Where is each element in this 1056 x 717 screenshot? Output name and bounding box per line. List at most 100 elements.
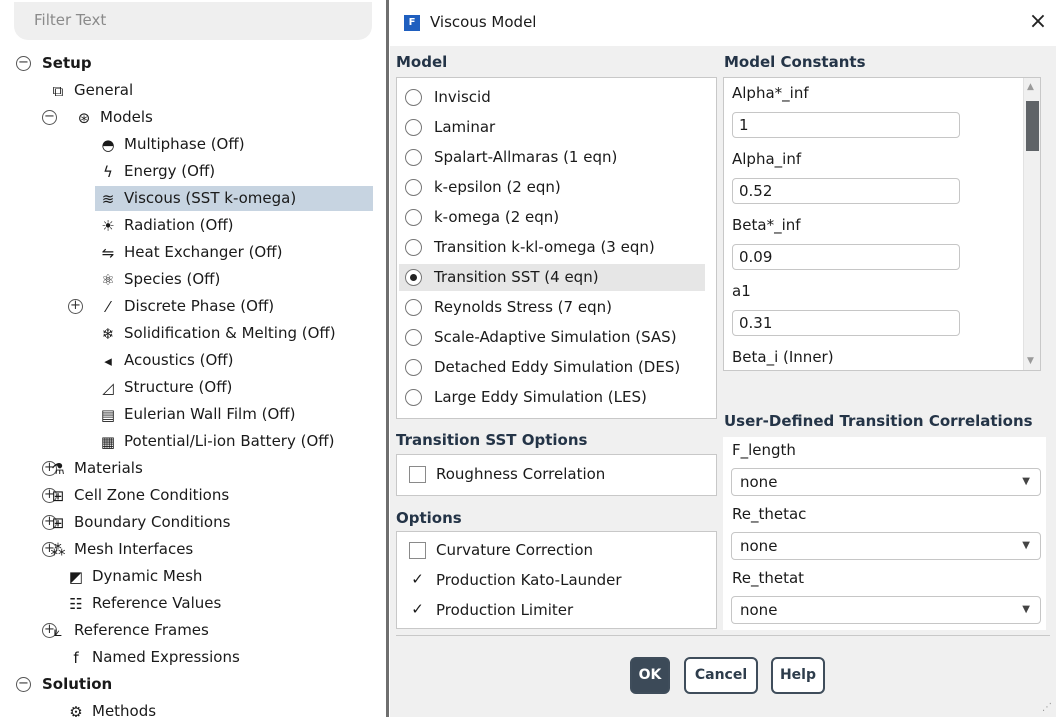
energy-icon: ϟ bbox=[103, 163, 113, 181]
correlation-select[interactable]: none ▼ bbox=[731, 468, 1041, 496]
radio-button[interactable] bbox=[405, 89, 422, 106]
named-expressions-icon: f bbox=[73, 649, 79, 667]
tree-node[interactable]: + ⁄ Discrete Phase (Off) bbox=[0, 294, 386, 319]
general-icon: ⧉ bbox=[52, 82, 64, 100]
model-option[interactable]: Transition SST (4 eqn) bbox=[399, 264, 705, 291]
correlations-heading: User-Defined Transition Correlations bbox=[724, 412, 1033, 430]
tree-node-label: Models bbox=[100, 108, 153, 126]
resize-grip-icon[interactable]: ⋰ bbox=[1042, 702, 1052, 713]
filter-text-input[interactable]: Filter Text bbox=[14, 2, 372, 40]
cancel-button[interactable]: Cancel bbox=[684, 657, 758, 694]
collapse-icon[interactable]: − bbox=[16, 56, 31, 71]
tree-node[interactable]: ◿ Structure (Off) bbox=[0, 375, 386, 400]
radio-button[interactable] bbox=[405, 149, 422, 166]
tree-node[interactable]: ≋ Viscous (SST k-omega) bbox=[95, 186, 373, 211]
tree-node[interactable]: ⚛ Species (Off) bbox=[0, 267, 386, 292]
checkbox-label: Curvature Correction bbox=[436, 541, 594, 559]
radio-button[interactable] bbox=[405, 269, 422, 286]
dynamic-mesh-icon: ◩ bbox=[68, 568, 84, 586]
model-constants-panel: Alpha*_inf 1 Alpha_inf 0.52 Beta*_inf 0.09 a1 0… bbox=[723, 77, 1041, 371]
checkbox-label: Production Kato-Launder bbox=[436, 571, 622, 589]
tree-node[interactable]: ❄ Solidification & Melting (Off) bbox=[0, 321, 386, 346]
tree-node[interactable]: ▦ Potential/Li-ion Battery (Off) bbox=[0, 429, 386, 454]
constant-input[interactable]: 0.31 bbox=[732, 310, 960, 336]
correlation-select[interactable]: none ▼ bbox=[731, 596, 1041, 624]
scroll-down-icon[interactable]: ▼ bbox=[1027, 356, 1034, 366]
tree-node[interactable]: − Solution bbox=[0, 672, 386, 697]
tree-node-label: Solidification & Melting (Off) bbox=[124, 324, 336, 342]
select-value: none bbox=[740, 537, 778, 555]
radio-button[interactable] bbox=[405, 209, 422, 226]
tree-node-label: Viscous (SST k-omega) bbox=[124, 189, 297, 207]
tree-node[interactable]: f Named Expressions bbox=[0, 645, 386, 670]
correlation-select[interactable]: none ▼ bbox=[731, 532, 1041, 560]
tree-node[interactable]: ◩ Dynamic Mesh bbox=[0, 564, 386, 589]
tree-node-label: Named Expressions bbox=[92, 648, 240, 666]
options-heading: Options bbox=[396, 509, 462, 527]
model-option-label: Scale-Adaptive Simulation (SAS) bbox=[434, 328, 677, 346]
tree-node[interactable]: ⇋ Heat Exchanger (Off) bbox=[0, 240, 386, 265]
tree-node[interactable]: + ⚗ Materials bbox=[0, 456, 386, 481]
dialog-title: Viscous Model bbox=[430, 13, 537, 31]
radio-button[interactable] bbox=[405, 389, 422, 406]
tree-node[interactable]: ▤ Eulerian Wall Film (Off) bbox=[0, 402, 386, 427]
help-button[interactable]: Help bbox=[771, 657, 825, 694]
radio-button[interactable] bbox=[405, 179, 422, 196]
discrete-phase-icon: ⁄ bbox=[106, 298, 110, 316]
model-option-label: Transition k-kl-omega (3 eqn) bbox=[434, 238, 655, 256]
tree-node[interactable]: ◓ Multiphase (Off) bbox=[0, 132, 386, 157]
models-icon: ⊛ bbox=[77, 109, 91, 127]
radio-button[interactable] bbox=[405, 299, 422, 316]
button-separator bbox=[396, 635, 1050, 636]
acoustics-icon: ◂ bbox=[104, 352, 112, 370]
radio-button[interactable] bbox=[405, 239, 422, 256]
tree-node[interactable]: − Setup bbox=[0, 51, 386, 76]
tree-node[interactable]: ☷ Reference Values bbox=[0, 591, 386, 616]
constant-input[interactable]: 0.52 bbox=[732, 178, 960, 204]
collapse-icon[interactable]: − bbox=[42, 110, 57, 125]
tree-node[interactable]: + ⟀ Reference Frames bbox=[0, 618, 386, 643]
tree-node[interactable]: + ⁂ Mesh Interfaces bbox=[0, 537, 386, 562]
tree-node[interactable]: ϟ Energy (Off) bbox=[0, 159, 386, 184]
scrollbar-thumb[interactable] bbox=[1026, 101, 1039, 151]
model-option-label: k-epsilon (2 eqn) bbox=[434, 178, 561, 196]
model-option-label: Laminar bbox=[434, 118, 496, 136]
tree-node[interactable]: ⧉ General bbox=[0, 78, 386, 103]
outline-tree: Filter Text − Setup ⧉ General − ⊛ Models ◓ Multi… bbox=[0, 0, 388, 717]
close-button[interactable]: × bbox=[1024, 8, 1052, 36]
model-constants-heading: Model Constants bbox=[724, 53, 866, 71]
panel-splitter[interactable] bbox=[386, 0, 389, 717]
collapse-icon[interactable]: − bbox=[16, 677, 31, 692]
checkbox[interactable] bbox=[409, 466, 426, 483]
tree-node[interactable]: + ⊞ Boundary Conditions bbox=[0, 510, 386, 535]
species-icon: ⚛ bbox=[101, 271, 115, 289]
model-option-label: Detached Eddy Simulation (DES) bbox=[434, 358, 681, 376]
constant-input[interactable]: 1 bbox=[732, 112, 960, 138]
checkbox[interactable] bbox=[409, 542, 426, 559]
transition-sst-options-group: Roughness Correlation bbox=[396, 454, 717, 496]
expand-icon[interactable]: + bbox=[68, 299, 83, 314]
scroll-up-icon[interactable]: ▲ bbox=[1027, 82, 1034, 92]
tree-node[interactable]: ☀ Radiation (Off) bbox=[0, 213, 386, 238]
constant-label: Beta_i (Inner) bbox=[732, 348, 834, 366]
constant-input[interactable]: 0.09 bbox=[732, 244, 960, 270]
ok-button[interactable]: OK bbox=[630, 657, 670, 694]
tree-node[interactable]: ⚙ Methods bbox=[0, 699, 386, 717]
checkbox-checked[interactable]: ✓ bbox=[409, 602, 426, 619]
checkbox-checked[interactable]: ✓ bbox=[409, 572, 426, 589]
boundary-conditions-icon: ⊞ bbox=[51, 514, 65, 532]
radio-button[interactable] bbox=[405, 119, 422, 136]
tree-node[interactable]: − ⊛ Models bbox=[0, 105, 386, 130]
tree-node-label: Cell Zone Conditions bbox=[74, 486, 230, 504]
constants-scrollbar[interactable]: ▲ ▼ bbox=[1023, 78, 1040, 370]
mesh-interfaces-icon: ⁂ bbox=[50, 541, 66, 559]
radio-button[interactable] bbox=[405, 359, 422, 376]
cell-zone-icon: ⊞ bbox=[51, 487, 65, 505]
tree-node[interactable]: ◂ Acoustics (Off) bbox=[0, 348, 386, 373]
radio-button[interactable] bbox=[405, 329, 422, 346]
constant-label: a1 bbox=[732, 282, 751, 300]
model-radio-group: Inviscid Laminar Spalart-Allmaras (1 eqn) k… bbox=[396, 77, 717, 419]
tree-node[interactable]: + ⊞ Cell Zone Conditions bbox=[0, 483, 386, 508]
viscous-icon: ≋ bbox=[101, 190, 115, 208]
tree-node-label: Dynamic Mesh bbox=[92, 567, 203, 585]
